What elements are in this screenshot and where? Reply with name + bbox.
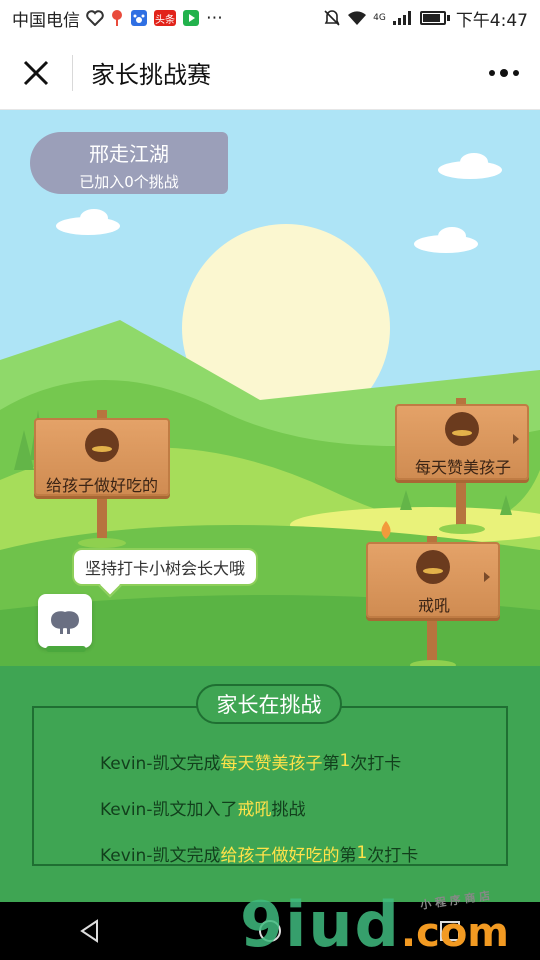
tip-bubble: 坚持打卡小树会长大哦	[72, 548, 258, 586]
joined-count: 已加入0个挑战	[79, 173, 179, 191]
sign-label: 每天赞美孩子	[414, 458, 511, 477]
grass-tuft	[439, 524, 485, 534]
news-badge-icon: 头条	[154, 10, 176, 26]
back-triangle-icon	[80, 919, 98, 943]
title-bar: 家长挑战赛	[0, 36, 540, 110]
feed-count: 1	[356, 843, 368, 863]
mute-icon	[324, 10, 340, 26]
signal-icon	[392, 11, 411, 25]
challenge-sign-praise[interactable]: 每天赞美孩子	[395, 398, 531, 538]
page-title: 家长挑战赛	[91, 61, 211, 89]
feed-item: Kevin-凯文完成 给孩子做好吃的第 1 次打卡	[100, 830, 520, 876]
feed-highlight: 每天赞美孩子	[220, 753, 323, 774]
close-icon	[23, 60, 49, 85]
recents-button[interactable]	[420, 902, 480, 960]
tree-card-grass	[46, 646, 86, 652]
challenge-sign-cook[interactable]: 给孩子做好吃的	[34, 410, 170, 550]
feed-item: Kevin-凯文完成 每天赞美孩子第 1 次打卡	[100, 738, 520, 784]
seed-hole-icon	[416, 550, 450, 584]
title-divider	[72, 54, 73, 91]
flame-icon	[381, 521, 391, 539]
feed-highlight: 给孩子做好吃的	[220, 845, 340, 866]
more-icon	[489, 68, 519, 77]
status-right: 4G 下午4:47	[323, 6, 528, 31]
feed-item: Kevin-凯文加入了 戒吼 挑战	[100, 784, 520, 830]
network-type-label: 4G	[373, 12, 386, 23]
back-button[interactable]	[60, 902, 120, 960]
feed-highlight: 戒吼	[237, 799, 272, 820]
status-left: 中国电信 头条 ⋯	[12, 6, 223, 31]
tip-text: 坚持打卡小树会长大哦	[84, 559, 245, 578]
feed-count: 1	[339, 751, 351, 771]
feed-list: Kevin-凯文完成 每天赞美孩子第 1 次打卡 Kevin-凯文加入了 戒吼 挑战 Ke…	[100, 738, 520, 876]
battery-icon	[419, 11, 446, 25]
grass-tuft	[78, 538, 126, 548]
wifi-icon	[348, 11, 367, 25]
seed-hole-icon	[85, 428, 119, 462]
sign-label: 给孩子做好吃的	[45, 476, 158, 495]
navigation-bar	[0, 902, 540, 960]
chevron-right-icon	[513, 434, 519, 444]
paw-icon	[131, 10, 147, 26]
home-circle-icon	[259, 920, 281, 942]
sign-label: 戒吼	[417, 596, 450, 615]
more-notifications-icon: ⋯	[206, 8, 223, 28]
play-icon	[183, 10, 199, 26]
feed-title: 家长在挑战	[196, 684, 342, 724]
status-bar: 中国电信 头条 ⋯ 4G 下午4:47	[0, 0, 540, 36]
chevron-right-icon	[484, 572, 490, 582]
user-profile-pill[interactable]: 邢走江湖 已加入0个挑战	[30, 132, 228, 194]
challenge-sign-no-yelling[interactable]: 戒吼	[366, 536, 502, 666]
challenge-scene: 邢走江湖 已加入0个挑战 给孩子做好吃的 每天赞美孩子 戒吼 坚持打卡小树会长大…	[0, 110, 540, 666]
carrier-label: 中国电信	[12, 10, 80, 31]
sapling-icon	[51, 611, 79, 634]
more-button[interactable]	[468, 36, 540, 110]
clock-time: 下午4:47	[455, 10, 528, 31]
recents-square-icon	[440, 921, 460, 941]
close-button[interactable]	[0, 36, 72, 110]
pin-icon	[112, 10, 122, 26]
seed-hole-icon	[445, 412, 479, 446]
tree-button[interactable]	[38, 594, 92, 648]
challenge-feed-panel: 家长在挑战 Kevin-凯文完成 每天赞美孩子第 1 次打卡 Kevin-凯文加入了戒…	[0, 666, 540, 902]
heart-icon	[86, 10, 104, 26]
home-button[interactable]	[240, 902, 300, 960]
user-name: 邢走江湖	[89, 142, 169, 166]
